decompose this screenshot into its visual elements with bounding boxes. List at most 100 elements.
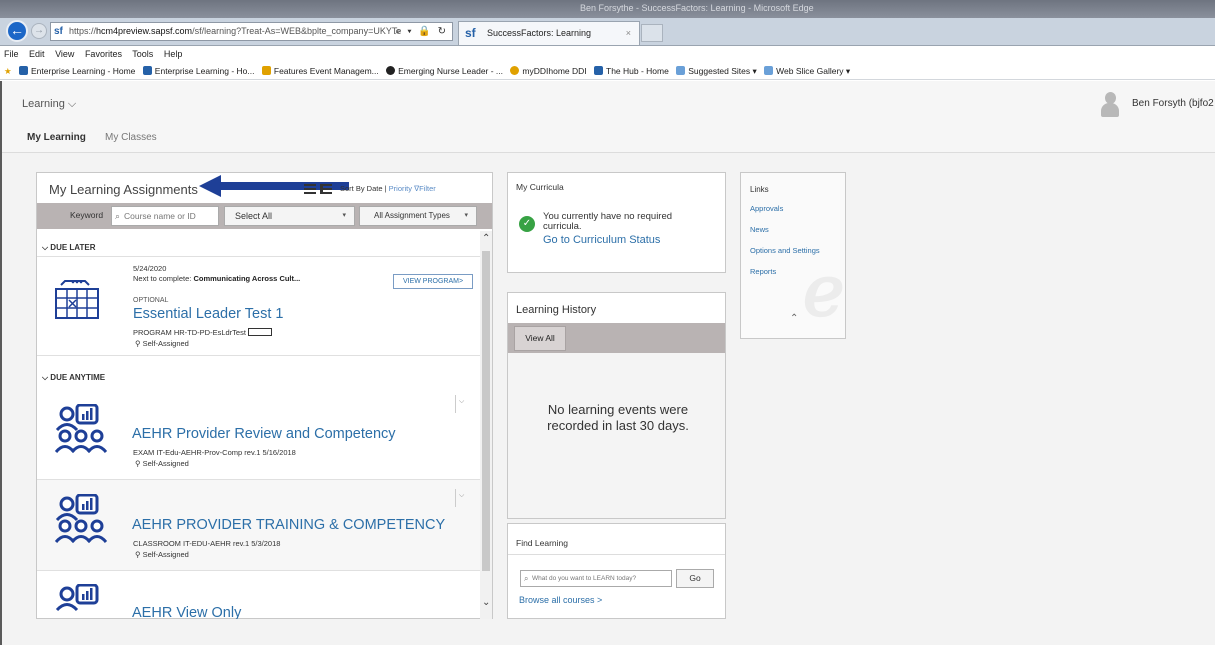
learn-search-placeholder: What do you want to LEARN today?: [532, 575, 637, 582]
collapse-chevron-icon[interactable]: ⌃: [790, 313, 798, 324]
view-all-button[interactable]: View All: [514, 326, 566, 351]
course-title-link[interactable]: AEHR PROVIDER TRAINING & COMPETENCY: [132, 517, 445, 533]
learning-app: Learning ⌵ My Learning My Classes Ben Fo…: [0, 81, 1215, 645]
item-menu-chevron-icon[interactable]: ⌵: [455, 489, 465, 507]
favorite-label: Suggested Sites ▾: [688, 66, 757, 76]
sort-controls: Sort By Date | Priority ∇Filter: [340, 184, 436, 193]
sort-priority-link[interactable]: Priority: [389, 184, 412, 193]
favorite-link[interactable]: Emerging Nurse Leader - ...: [386, 62, 503, 79]
menu-help[interactable]: Help: [164, 49, 183, 59]
section-due-anytime[interactable]: ⌵ DUE ANYTIME: [42, 373, 105, 383]
browse-all-courses-link[interactable]: Browse all courses >: [519, 595, 602, 605]
course-title-link[interactable]: Essential Leader Test 1: [133, 306, 283, 322]
assigned-by: ⚲ Self-Assigned: [135, 459, 189, 468]
favorite-label: myDDIhome DDI: [522, 66, 587, 76]
the-hub-icon: [594, 66, 604, 75]
back-arrow-icon: ←: [10, 22, 24, 38]
view-program-button[interactable]: VIEW PROGRAM>: [393, 274, 473, 289]
address-host: hcm4preview.sapsf.com: [96, 26, 193, 36]
curriculum-status-link[interactable]: Go to Curriculum Status: [543, 234, 660, 246]
favorite-link[interactable]: Enterprise Learning - Ho...: [142, 62, 255, 79]
item-menu-chevron-icon[interactable]: ⌵: [455, 395, 465, 413]
scroll-up-icon[interactable]: ⌃: [482, 233, 490, 244]
go-button[interactable]: Go: [676, 569, 714, 588]
program-calendar-icon: [55, 280, 99, 319]
window-titlebar: Ben Forsythe - SuccessFactors: Learning …: [0, 0, 1215, 18]
link-reports[interactable]: Reports: [750, 267, 776, 276]
curricula-message: You currently have no required curricula…: [543, 211, 673, 232]
course-title-link[interactable]: AEHR View Only: [132, 605, 241, 619]
subnav-my-learning[interactable]: My Learning: [27, 132, 86, 143]
window-title: Ben Forsythe - SuccessFactors: Learning …: [580, 3, 814, 13]
assignment-types-dropdown[interactable]: All Assignment Types ▾: [359, 206, 477, 226]
history-toolbar: View All: [508, 323, 725, 353]
favorite-link[interactable]: The Hub - Home: [594, 62, 669, 79]
next-to-complete: Next to complete: Communicating Across C…: [133, 274, 300, 283]
course-meta-text: PROGRAM HR-TD-PD-EsLdrTest: [133, 328, 246, 337]
course-title-link[interactable]: AEHR Provider Review and Competency: [132, 426, 396, 442]
successfactors-logo-icon: sf: [465, 26, 476, 40]
assignments-scrollbar[interactable]: ⌃ ⌄: [480, 231, 492, 619]
next-course[interactable]: Communicating Across Cult...: [193, 274, 300, 283]
subnav-my-classes[interactable]: My Classes: [105, 132, 157, 143]
menu-favorites[interactable]: Favorites: [85, 49, 122, 59]
app-header: Learning ⌵ My Learning My Classes Ben Fo…: [2, 81, 1215, 153]
browser-tab-learning[interactable]: sf SuccessFactors: Learning ×: [458, 21, 640, 45]
address-bar[interactable]: sf https://hcm4preview.sapsf.com/sf/lear…: [50, 22, 453, 41]
keyword-search-input[interactable]: ⌕ Course name or ID: [111, 206, 219, 226]
favorite-label: Enterprise Learning - Home: [31, 66, 136, 76]
address-controls-icon[interactable]: ⌕ ▾ 🔒 ↻: [395, 23, 448, 40]
favorite-link[interactable]: myDDIhome DDI: [510, 62, 587, 79]
user-name[interactable]: Ben Forsyth (bjfo2: [1132, 98, 1214, 109]
links-panel: ℯ Links Approvals News Options and Setti…: [740, 172, 846, 339]
filter-link[interactable]: Filter: [419, 184, 436, 193]
learning-menu-dropdown[interactable]: Learning ⌵: [22, 98, 76, 111]
chevron-down-icon: ▾: [342, 212, 346, 219]
person-icon: ⚲: [135, 550, 143, 559]
new-tab-button[interactable]: [641, 24, 663, 42]
next-prefix: Next to complete:: [133, 274, 194, 283]
scroll-thumb[interactable]: [482, 251, 490, 571]
learn-search-input[interactable]: ⌕ What do you want to LEARN today?: [520, 570, 672, 587]
assigned-by: ⚲ Self-Assigned: [135, 339, 189, 348]
search-icon: ⌕: [115, 211, 121, 221]
forward-button[interactable]: →: [31, 23, 47, 39]
user-avatar-icon[interactable]: [1101, 92, 1119, 118]
enterprise-learning-icon: [19, 66, 28, 75]
meta-box: [247, 328, 272, 336]
menu-file[interactable]: File: [4, 49, 19, 59]
favorite-link[interactable]: Enterprise Learning - Home: [19, 62, 136, 79]
menu-tools[interactable]: Tools: [132, 49, 153, 59]
favorite-label: The Hub - Home: [606, 66, 669, 76]
links-watermark-icon: ℯ: [803, 252, 845, 330]
address-prefix: https://: [69, 26, 97, 36]
site-favicon-icon: sf: [54, 26, 63, 37]
tab-close-icon[interactable]: ×: [626, 22, 631, 44]
detail-view-icon[interactable]: [320, 184, 332, 194]
keyword-label: Keyword: [70, 210, 104, 220]
suggested-sites-icon: [676, 66, 686, 75]
favorite-link[interactable]: Features Event Managem...: [261, 62, 379, 79]
menu-view[interactable]: View: [55, 49, 74, 59]
tab-title: SuccessFactors: Learning: [487, 28, 592, 38]
favorite-label: Enterprise Learning - Ho...: [154, 66, 255, 76]
sort-by-date[interactable]: Sort By Date |: [340, 184, 387, 193]
favorite-link[interactable]: Web Slice Gallery ▾: [764, 62, 850, 79]
link-news[interactable]: News: [750, 225, 769, 234]
favorites-star-icon: ★: [4, 66, 12, 76]
learning-group-icon: [55, 584, 99, 612]
assignment-filter-bar: Keyword ⌕ Course name or ID Select All ▾…: [37, 203, 492, 229]
learning-history-panel: Learning History View All No learning ev…: [507, 292, 726, 519]
assigned-by: ⚲ Self-Assigned: [135, 550, 189, 559]
find-divider: [508, 554, 725, 555]
scroll-down-icon[interactable]: ⌄: [482, 597, 490, 608]
back-button[interactable]: ←: [6, 20, 28, 42]
list-view-icon[interactable]: [304, 184, 316, 194]
menu-edit[interactable]: Edit: [29, 49, 45, 59]
course-meta: EXAM IT-Edu-AEHR-Prov-Comp rev.1 5/16/20…: [133, 448, 296, 457]
link-approvals[interactable]: Approvals: [750, 204, 783, 213]
select-all-dropdown[interactable]: Select All ▾: [224, 206, 355, 226]
section-due-later[interactable]: ⌵ DUE LATER: [42, 243, 95, 253]
favorite-link[interactable]: Suggested Sites ▾: [676, 62, 757, 79]
link-options-and-settings[interactable]: Options and Settings: [750, 246, 820, 255]
